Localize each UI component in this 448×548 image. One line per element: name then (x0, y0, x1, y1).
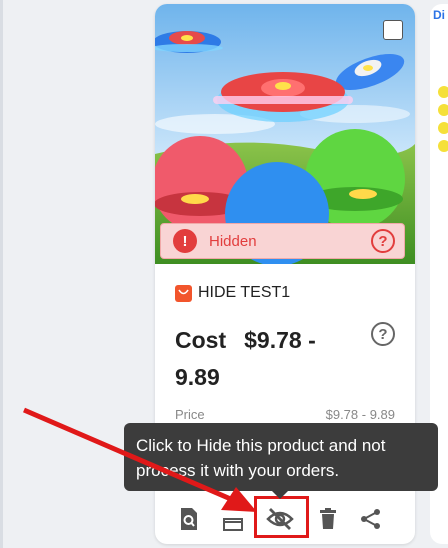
annotation-arrow (23, 407, 257, 512)
